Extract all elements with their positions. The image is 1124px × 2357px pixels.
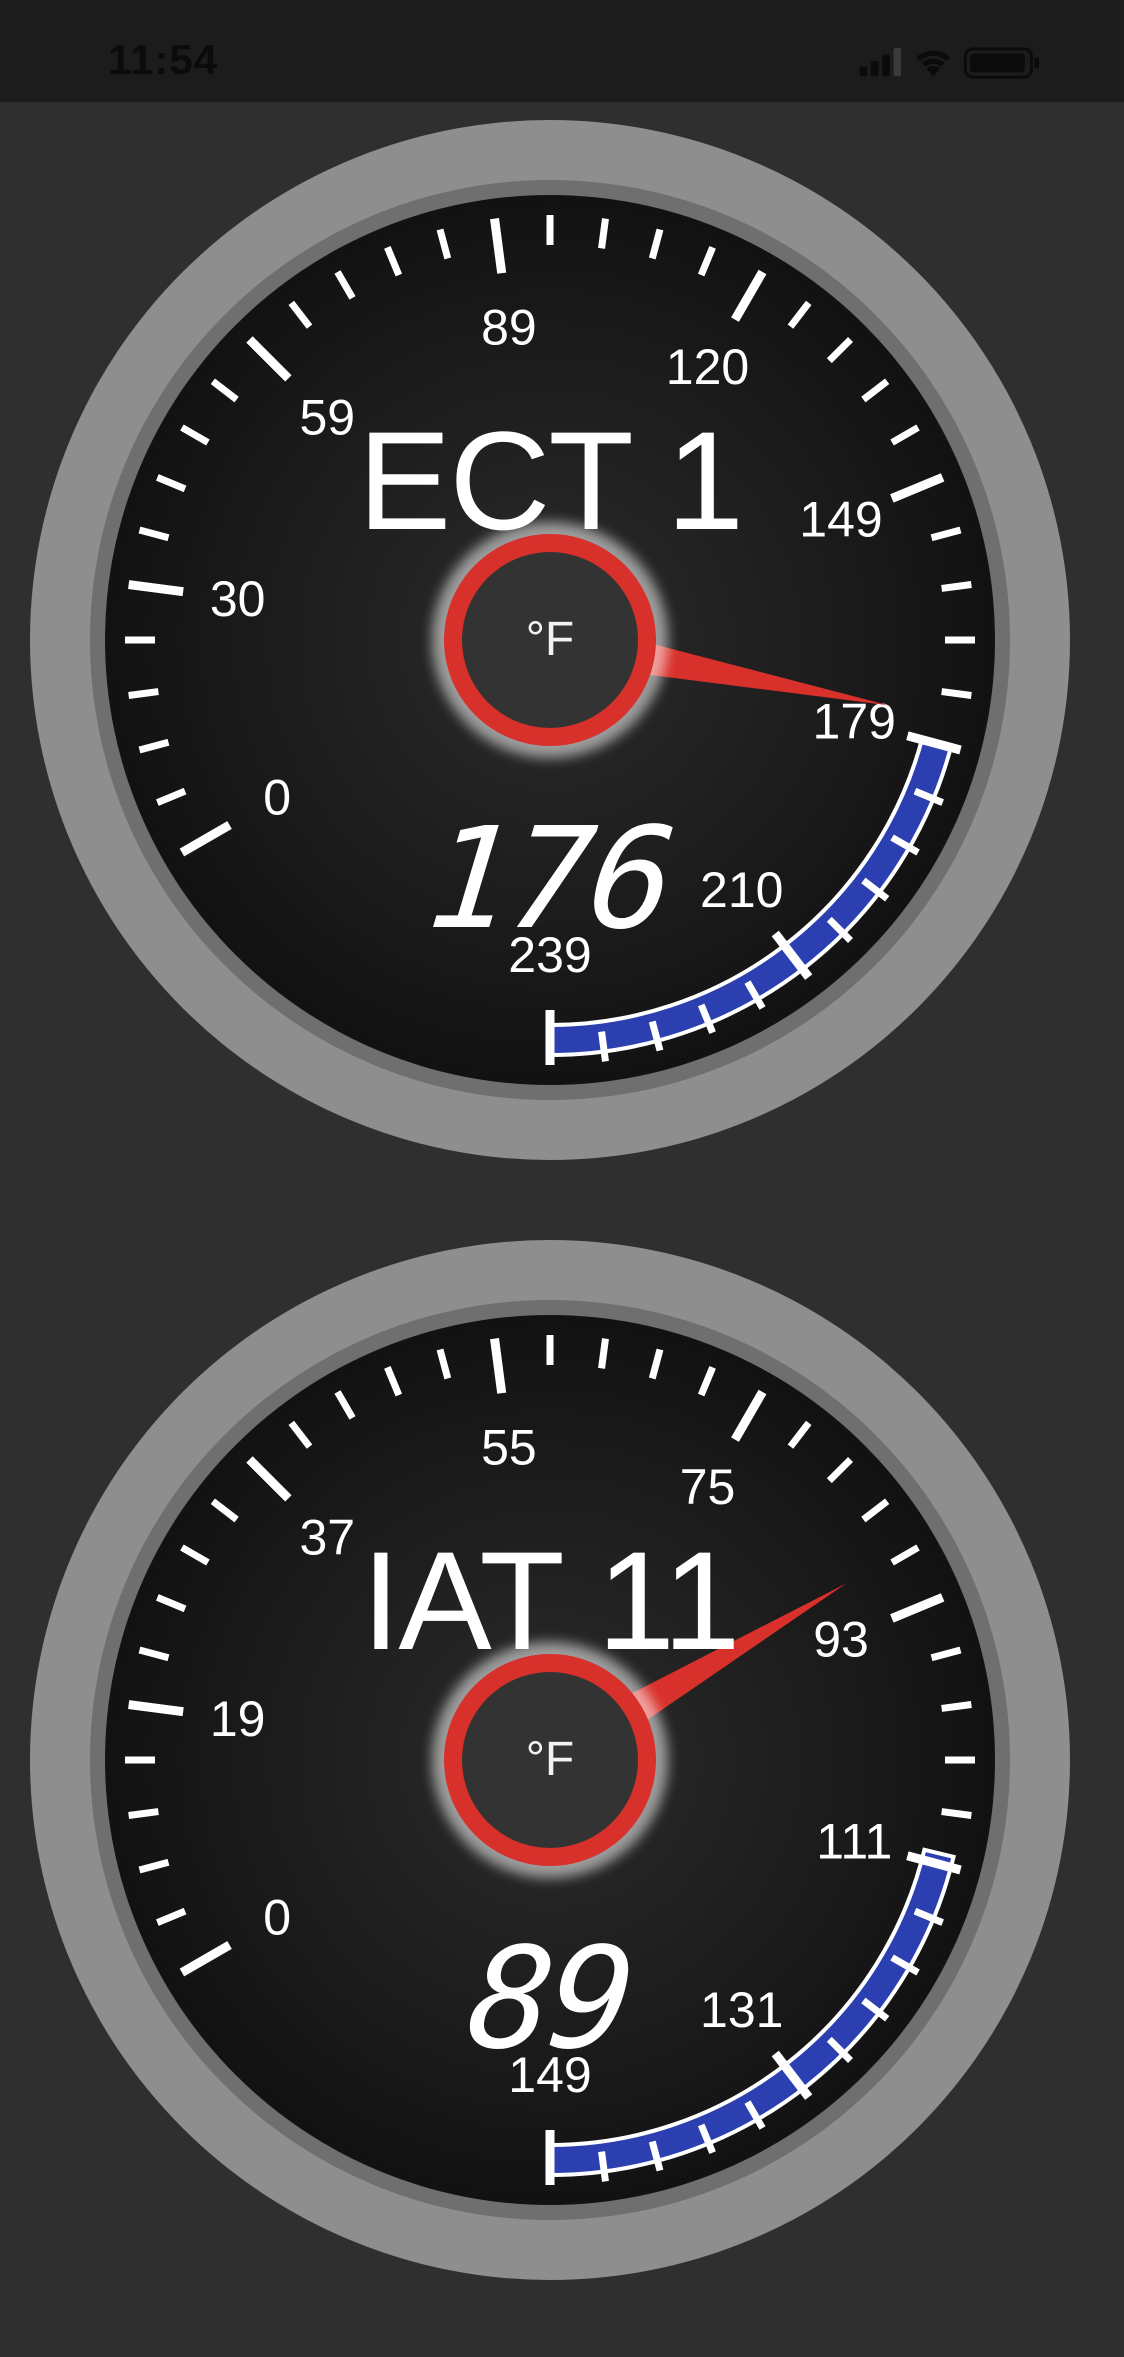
gauge-unit: °F — [525, 1733, 575, 1786]
gauge-title: ECT 1 — [357, 402, 744, 559]
status-time: 11:54 — [108, 36, 219, 83]
gauge-unit: °F — [525, 613, 575, 666]
minor-tick — [598, 1031, 609, 1062]
scale-label: 179 — [813, 694, 896, 750]
minor-tick — [128, 688, 159, 699]
minor-tick — [941, 1701, 972, 1712]
minor-tick — [128, 1808, 159, 1819]
status-bar: 11:54 — [0, 0, 1124, 102]
gauge-title: IAT 11 — [361, 1522, 740, 1679]
battery-icon — [963, 47, 1039, 79]
status-icons — [859, 47, 1039, 79]
wifi-icon — [916, 50, 951, 77]
gauge-ect: 0 30 59 89 120 149 179 210 239 ECT 1 °F 176 — [0, 120, 1124, 1180]
minor-tick — [598, 2151, 609, 2182]
minor-tick — [941, 581, 972, 592]
scale-label: 75 — [680, 1459, 736, 1515]
gauge-value-readout: 176 — [420, 798, 680, 961]
scale-label: 120 — [666, 339, 749, 395]
scale-label: 89 — [481, 300, 537, 356]
minor-tick — [598, 218, 609, 249]
scale-label: 111 — [816, 1814, 892, 1870]
minor-tick — [941, 1808, 972, 1819]
minor-tick — [598, 1338, 609, 1369]
gauge-value-readout: 89 — [461, 1918, 639, 2081]
gauge-iat: 0 19 37 55 75 93 111 131 149 IAT 11 °F 89 — [0, 1240, 1124, 2300]
cellular-signal-icon — [859, 47, 902, 77]
minor-tick — [941, 688, 972, 699]
scale-label: 55 — [481, 1420, 537, 1476]
